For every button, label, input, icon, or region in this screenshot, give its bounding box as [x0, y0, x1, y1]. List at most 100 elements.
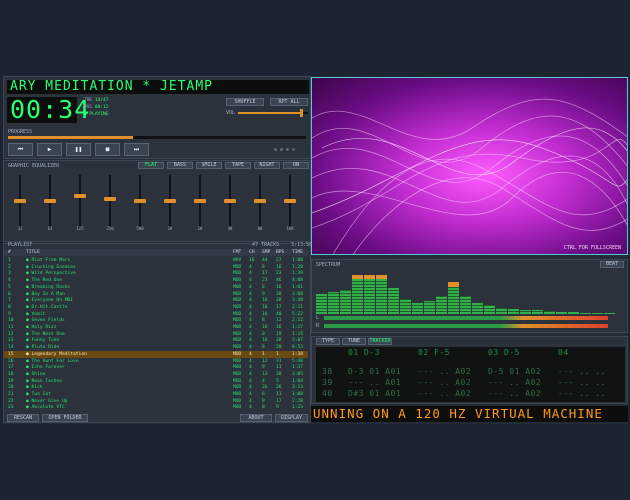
eq-band-250[interactable]: 250	[103, 173, 117, 233]
spectrum-bar	[448, 286, 459, 314]
eq-band-8k[interactable]: 8K	[253, 173, 267, 233]
eq-knob[interactable]	[224, 199, 236, 203]
info-track: TRK 14/47	[84, 98, 109, 103]
tracker-channel-header: 03 D-5	[488, 348, 520, 357]
spectrum-label: SPECTRUM	[316, 262, 341, 268]
eq-band-31[interactable]: 31	[13, 173, 27, 233]
about-button[interactable]: ABOUT	[240, 414, 272, 422]
spectrum-bar	[364, 278, 375, 314]
volume-slider[interactable]	[238, 109, 308, 117]
eq-knob[interactable]	[74, 194, 86, 199]
visualizer[interactable]: CTRL FOR FULLSCREEN	[311, 77, 628, 255]
eq-band-16k[interactable]: 16K	[283, 173, 297, 233]
stop-button[interactable]: ■	[95, 143, 120, 156]
eq-preset-tape[interactable]: TAPE	[225, 162, 251, 169]
playlist-header: # TITLE FMT CH SMP BPS TIME	[4, 249, 308, 256]
spectrum-bar	[508, 308, 519, 314]
eq-band-label: 63	[47, 226, 53, 231]
volume-label: VOL	[226, 110, 236, 116]
volume-fill	[238, 112, 303, 114]
eq-knob[interactable]	[44, 199, 56, 203]
eq-band-label: 31	[17, 226, 23, 231]
progress-bar[interactable]	[8, 136, 306, 139]
tracker-tab-type[interactable]: TYPE	[316, 338, 340, 345]
spectrum-bar	[568, 312, 579, 314]
eq-band-label: 4K	[227, 226, 233, 231]
info-pos: POS 00:12	[84, 105, 109, 110]
spectrum-bar	[484, 305, 495, 314]
equalizer-panel: GRAPHIC EQUALIZER FLAT BASS SMILE TAPE NIGHT…	[3, 160, 311, 242]
spectrum-bar	[556, 311, 567, 314]
playlist-cell-d: 1:23	[292, 405, 304, 411]
spectrum-bar	[376, 278, 387, 314]
title-display: ARY MEDITATION * JETAMP	[7, 80, 309, 94]
eq-knob[interactable]	[104, 196, 116, 201]
tracker-cell: --- .. A02	[488, 389, 542, 398]
eq-knob[interactable]	[194, 199, 206, 203]
tracker-channel-header: 01 D-3	[348, 348, 380, 357]
prev-button[interactable]: ⏮	[8, 143, 33, 156]
time-display: 00:34	[7, 97, 89, 123]
tracker-cell: --- .. ..	[558, 389, 606, 398]
pause-button[interactable]: ❚❚	[66, 143, 91, 156]
play-button[interactable]: ▶	[37, 143, 62, 156]
info-status: ● PLAYING	[84, 112, 109, 117]
eq-knob[interactable]	[134, 199, 146, 203]
vu-meter-r	[324, 324, 609, 328]
vu-channel-label: L	[316, 315, 320, 321]
eq-band-label: 500	[136, 226, 144, 231]
tracker-cell: --- .. A02	[418, 367, 472, 376]
spectrum-bar	[316, 294, 327, 314]
eq-band-label: 16K	[286, 226, 294, 231]
eq-preset-bass[interactable]: BASS	[167, 162, 193, 169]
tracker-row-number: 40	[322, 389, 333, 398]
volume-knob[interactable]	[300, 109, 304, 117]
progress-fill	[8, 136, 134, 139]
spectrum-bar	[592, 312, 603, 314]
eq-band-4k[interactable]: 4K	[223, 173, 237, 233]
spectrum-bar	[532, 310, 543, 314]
tracker-tab-tracker[interactable]: TRACKER	[368, 338, 392, 345]
eq-band-125[interactable]: 125	[73, 173, 87, 233]
eq-track	[79, 175, 81, 227]
eq-knob[interactable]	[284, 199, 296, 203]
visualizer-waves	[312, 98, 627, 254]
playlist-cell-n: 23	[8, 405, 14, 411]
eq-band-500[interactable]: 500	[133, 173, 147, 233]
eq-band-63[interactable]: 63	[43, 173, 57, 233]
tracker-tab-tune[interactable]: TUNE	[342, 338, 366, 345]
jetamp-window: ARY MEDITATION * JETAMP 00:34 TRK 14/47 …	[3, 76, 628, 424]
scrolling-marquee: UNNING ON A 120 HZ VIRTUAL MACHINE	[311, 406, 628, 422]
eq-preset-on[interactable]: ON	[283, 162, 309, 169]
eq-knob[interactable]	[254, 199, 266, 203]
spectrum-bar	[388, 287, 399, 314]
spectrum-bar	[604, 313, 615, 314]
next-button[interactable]: ⏭	[124, 143, 149, 156]
eq-preset-smile[interactable]: SMILE	[196, 162, 222, 169]
playlist-total: 3:13:56	[291, 242, 313, 248]
eq-preset-night[interactable]: NIGHT	[254, 162, 280, 169]
eq-band-1k[interactable]: 1K	[163, 173, 177, 233]
tracker-cell: --- .. A02	[418, 378, 472, 387]
open-folder-button[interactable]: OPEN FOLDER	[42, 414, 88, 422]
tracker-cell: --- .. A02	[418, 389, 472, 398]
eq-band-label: 1K	[167, 226, 173, 231]
spectrum-bar	[520, 309, 531, 314]
display-button[interactable]: DISPLAY	[275, 414, 308, 422]
eq-knob[interactable]	[14, 199, 26, 203]
spectrum-bar	[412, 303, 423, 314]
eq-preset-flat[interactable]: FLAT	[138, 162, 164, 169]
tracker-cell: D-5 01 A02	[488, 367, 542, 376]
shuffle-button[interactable]: SHUFFLE	[226, 98, 264, 106]
repeat-button[interactable]: RPT ALL	[270, 98, 308, 106]
eq-knob[interactable]	[164, 199, 176, 203]
rescan-button[interactable]: RESCAN	[7, 414, 39, 422]
playlist-panel: PLAYLIST 47 TRACKS 3:13:56 # TITLE FMT CH …	[3, 242, 313, 423]
beat-button[interactable]: BEAT	[600, 261, 624, 268]
tool-icons[interactable]: ⊕ ⊗ ⊛ ⊘	[274, 147, 295, 153]
spectrum-bar	[352, 278, 363, 314]
playlist-row[interactable]: 23 ● Absolute VTC MOD 4 8 9 1:23	[4, 404, 308, 411]
spectrum-panel: SPECTRUM BEAT LR	[311, 259, 628, 333]
eq-band-2k[interactable]: 2K	[193, 173, 207, 233]
progress-label: PROGRESS	[8, 129, 33, 135]
